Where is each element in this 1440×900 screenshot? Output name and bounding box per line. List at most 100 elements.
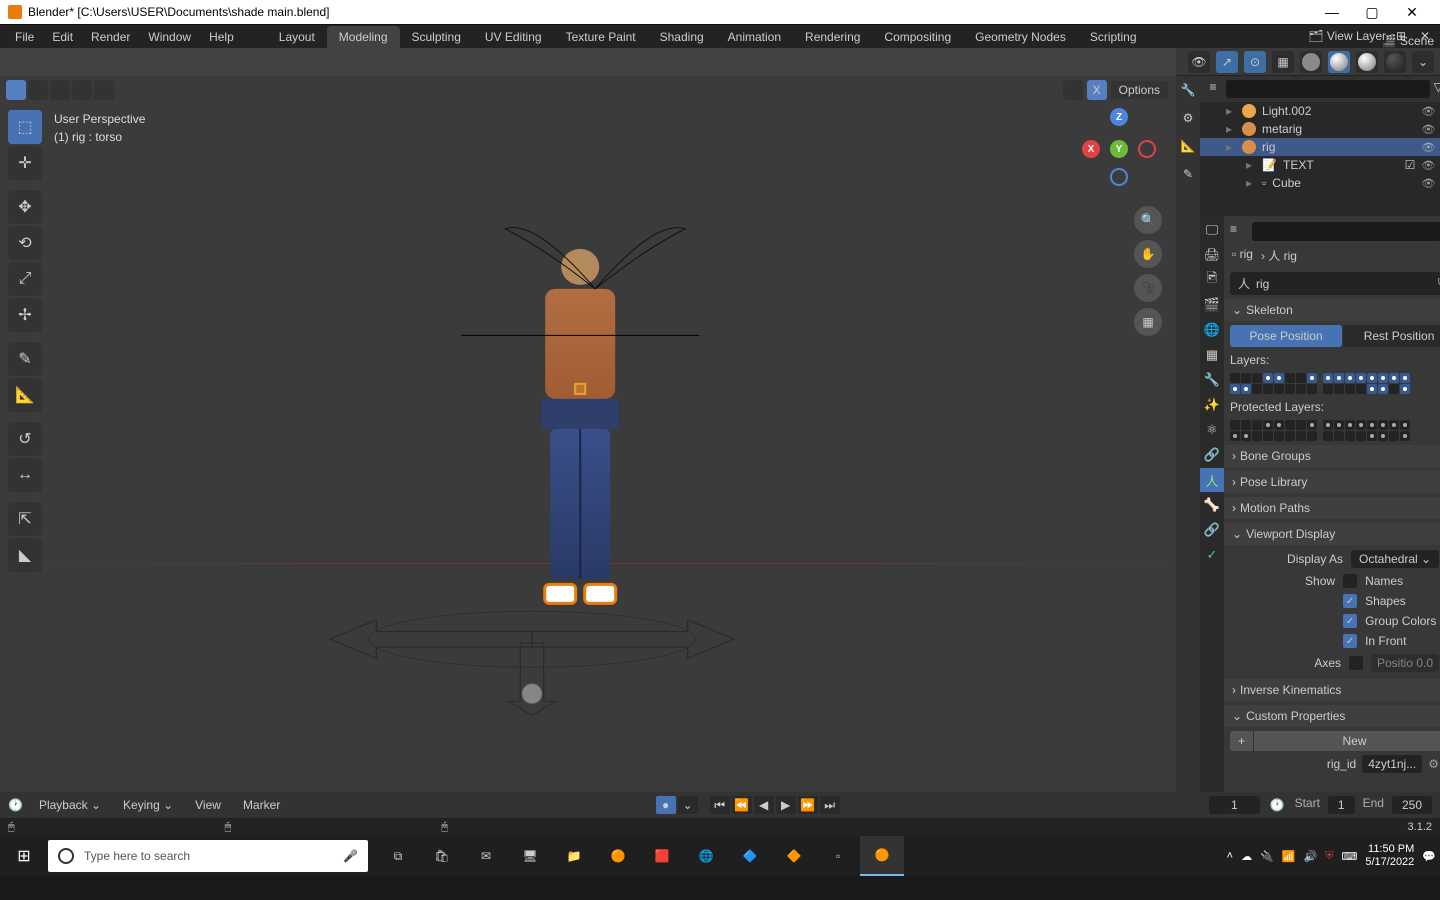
- app-icon[interactable]: ▫: [816, 836, 860, 876]
- panel-skeleton[interactable]: Skeleton: [1224, 299, 1440, 321]
- outliner-filter-icon[interactable]: ▽: [1434, 80, 1440, 98]
- panel-ik[interactable]: Inverse Kinematics: [1224, 679, 1440, 701]
- tool-scale[interactable]: ⤢: [8, 262, 42, 296]
- props-type-icon[interactable]: ≡: [1230, 222, 1248, 241]
- workspace-sculpting[interactable]: Sculpting: [400, 26, 473, 48]
- play-reverse-button[interactable]: ◀: [754, 796, 774, 814]
- menu-edit[interactable]: Edit: [43, 30, 82, 44]
- tool-select[interactable]: ⬚: [8, 110, 42, 144]
- mic-icon[interactable]: 🎤: [343, 849, 358, 863]
- protected-layers[interactable]: [1230, 420, 1440, 441]
- new-viewlayer-icon[interactable]: ⊞: [1392, 29, 1410, 43]
- crumb-data[interactable]: rig: [1284, 249, 1297, 263]
- new-property-button[interactable]: + New: [1230, 731, 1440, 751]
- visibility-dropdown[interactable]: 👁: [1188, 51, 1210, 73]
- xray-toggle[interactable]: ▦: [1272, 51, 1294, 73]
- outliner-item-cube[interactable]: ▫ Cube 👁 📷: [1200, 174, 1440, 192]
- tool-measure[interactable]: 📐: [8, 378, 42, 412]
- jump-end-button[interactable]: ⏭: [820, 796, 840, 814]
- npanel-view[interactable]: 📐: [1176, 132, 1200, 160]
- axis-z-icon[interactable]: Z: [1110, 108, 1128, 126]
- shapes-checkbox[interactable]: ✓: [1343, 594, 1357, 608]
- workspace-layout[interactable]: Layout: [267, 26, 327, 48]
- tool-bonesize[interactable]: ↔: [8, 458, 42, 492]
- panel-viewportdisplay[interactable]: Viewport Display: [1224, 523, 1440, 545]
- pan-button[interactable]: ✋: [1134, 240, 1162, 268]
- monitor-icon[interactable]: 🖥: [508, 836, 552, 876]
- zoom-button[interactable]: 🔍: [1134, 206, 1162, 234]
- prop-tab-world[interactable]: 🌐: [1200, 318, 1224, 342]
- prop-tab-object[interactable]: ▦: [1200, 343, 1224, 367]
- remove-viewlayer-icon[interactable]: ✕: [1416, 29, 1434, 43]
- solid-shading[interactable]: [1328, 51, 1350, 73]
- tool-cursor[interactable]: ✛: [8, 146, 42, 180]
- outliner-item-light002[interactable]: Light.002 👁 📷: [1200, 102, 1440, 120]
- tool-transform[interactable]: ✢: [8, 298, 42, 332]
- keyframe-prev-button[interactable]: ⏪: [732, 796, 752, 814]
- tool-rotate[interactable]: ⟲: [8, 226, 42, 260]
- workspace-shading[interactable]: Shading: [648, 26, 716, 48]
- volume-icon[interactable]: 🔊: [1304, 850, 1318, 863]
- camera-button[interactable]: 🎥: [1134, 274, 1162, 302]
- vertex-select-icon[interactable]: [6, 80, 26, 100]
- prop-tab-scene[interactable]: 🎬: [1200, 293, 1224, 317]
- marker-menu[interactable]: Marker: [237, 796, 286, 814]
- workspace-compositing[interactable]: Compositing: [872, 26, 963, 48]
- visibility-icon[interactable]: 👁: [1421, 177, 1435, 190]
- explorer-icon[interactable]: 📁: [552, 836, 596, 876]
- matprev-shading[interactable]: [1356, 51, 1378, 73]
- rendered-shading[interactable]: [1384, 51, 1406, 73]
- outliner-search[interactable]: [1226, 80, 1430, 98]
- workspace-modeling[interactable]: Modeling: [327, 26, 400, 48]
- outliner-item-text[interactable]: 📝 TEXT ☑ 👁 📷: [1200, 156, 1440, 174]
- jump-start-button[interactable]: ⏮: [710, 796, 730, 814]
- play-button[interactable]: ▶: [776, 796, 796, 814]
- panel-custom-props[interactable]: Custom Properties: [1224, 705, 1440, 727]
- menu-help[interactable]: Help: [200, 30, 243, 44]
- rest-position-button[interactable]: Rest Position: [1343, 325, 1440, 347]
- tool-move[interactable]: ✥: [8, 190, 42, 224]
- notifications-icon[interactable]: 💬: [1422, 850, 1436, 863]
- gear-icon[interactable]: ⚙: [1428, 757, 1439, 771]
- panel-motionpaths[interactable]: Motion Paths: [1224, 497, 1440, 519]
- panel-poselibrary[interactable]: Pose Library: [1224, 471, 1440, 493]
- minimize-button[interactable]: —: [1312, 4, 1352, 20]
- outliner-item-metarig[interactable]: metarig 👁 📷: [1200, 120, 1440, 138]
- groupcolors-checkbox[interactable]: ✓: [1343, 614, 1357, 628]
- axis-y-icon[interactable]: Y: [1110, 140, 1128, 158]
- workspace-uvediting[interactable]: UV Editing: [473, 26, 554, 48]
- maximize-button[interactable]: ▢: [1352, 4, 1392, 21]
- pose-position-button[interactable]: Pose Position: [1230, 325, 1342, 347]
- autokey-dropdown[interactable]: ⌄: [678, 796, 698, 814]
- app-blue-icon[interactable]: 🔷: [728, 836, 772, 876]
- close-button[interactable]: ✕: [1392, 4, 1432, 21]
- npanel-tool[interactable]: ⚙: [1176, 104, 1200, 132]
- datablock-name[interactable]: 人 rig ⛨: [1230, 272, 1440, 295]
- app-red-icon[interactable]: 🟥: [640, 836, 684, 876]
- keying-menu[interactable]: Keying ⌄: [117, 796, 179, 814]
- taskbar-search[interactable]: Type here to search 🎤: [48, 840, 368, 872]
- properties-search[interactable]: [1252, 222, 1440, 241]
- prop-tab-physics[interactable]: ⚛: [1200, 418, 1224, 442]
- names-checkbox[interactable]: [1343, 574, 1357, 588]
- end-frame[interactable]: 250: [1392, 796, 1432, 814]
- navigation-gizmo[interactable]: Z X Y: [1084, 112, 1154, 182]
- infront-checkbox[interactable]: ✓: [1343, 634, 1357, 648]
- select-ext2-icon[interactable]: [94, 80, 114, 100]
- panel-bonegroups[interactable]: Bone Groups: [1224, 445, 1440, 467]
- visibility-icon[interactable]: 👁: [1421, 159, 1435, 172]
- menu-file[interactable]: File: [6, 30, 43, 44]
- perspective-button[interactable]: ▦: [1134, 308, 1162, 336]
- visibility-icon[interactable]: 👁: [1421, 105, 1435, 118]
- tray-expand-icon[interactable]: ˄: [1227, 850, 1233, 862]
- start-frame[interactable]: 1: [1328, 796, 1355, 814]
- axis-neg-y-icon[interactable]: [1138, 140, 1156, 158]
- workspace-geonodes[interactable]: Geometry Nodes: [963, 26, 1078, 48]
- onedrive-icon[interactable]: ☁: [1241, 850, 1252, 863]
- prop-value[interactable]: 4zyt1nj...: [1362, 755, 1422, 773]
- timeline-type-icon[interactable]: 🕐: [8, 798, 23, 812]
- root-control-widget[interactable]: [252, 577, 812, 717]
- display-as-dropdown[interactable]: Octahedral ⌄: [1351, 550, 1439, 568]
- workspace-scripting[interactable]: Scripting: [1078, 26, 1149, 48]
- viewlayer-selector[interactable]: 🗂 View Layer: [1308, 29, 1386, 43]
